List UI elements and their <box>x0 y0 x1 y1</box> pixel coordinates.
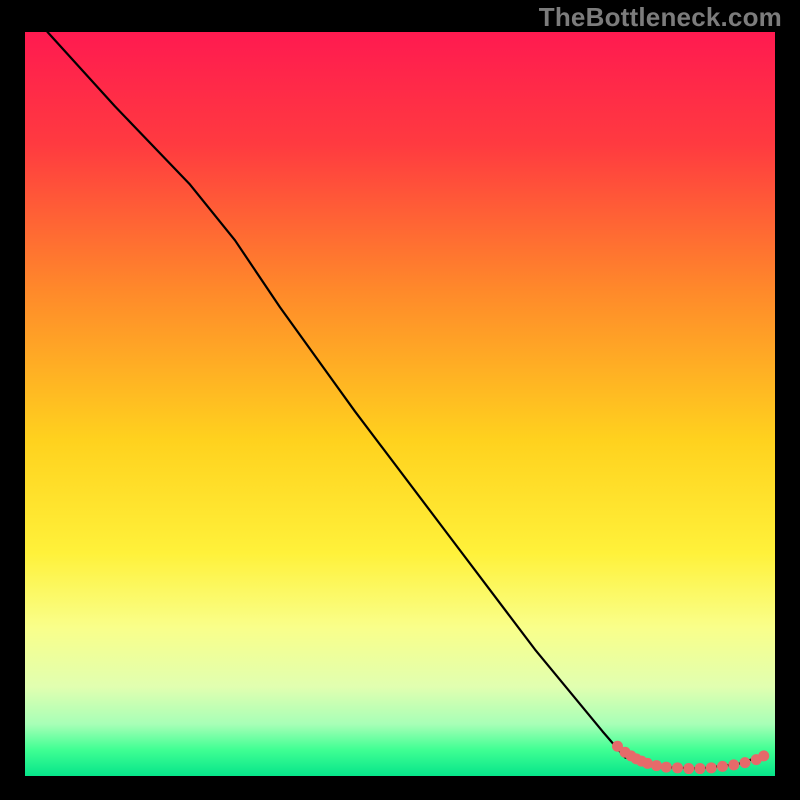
data-marker <box>683 763 694 774</box>
bottleneck-chart <box>0 0 800 800</box>
data-marker <box>695 763 706 774</box>
data-marker <box>651 760 662 771</box>
data-marker <box>706 762 717 773</box>
data-marker <box>717 761 728 772</box>
data-marker <box>758 750 769 761</box>
data-marker <box>672 762 683 773</box>
data-marker <box>661 762 672 773</box>
data-marker <box>728 759 739 770</box>
chart-stage: TheBottleneck.com <box>0 0 800 800</box>
plot-background <box>25 32 775 776</box>
data-marker <box>740 757 751 768</box>
